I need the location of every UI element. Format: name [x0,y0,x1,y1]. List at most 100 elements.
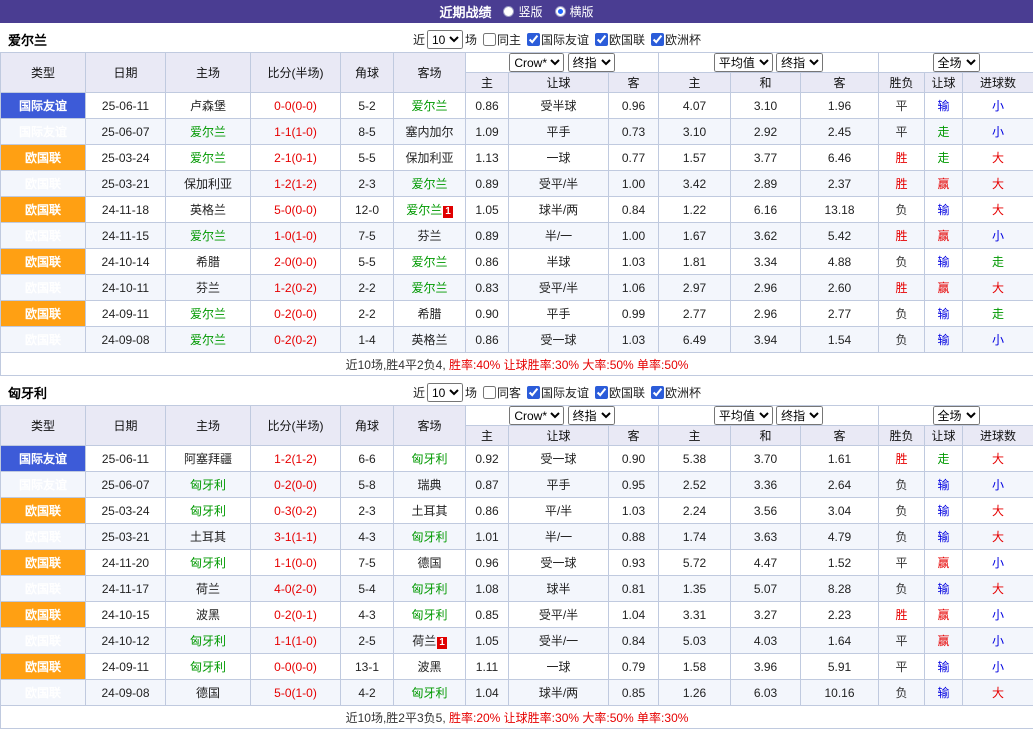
nations-league-checkbox[interactable] [595,33,608,46]
filter-controls: 近 10 场 同客 国际友谊 欧国联 欧洲杯 [413,383,701,402]
col-date: 日期 [86,53,166,93]
radio-horizontal-layout[interactable]: 横版 [555,3,594,20]
result-outcome-cell: 平 [879,119,925,145]
col-away: 客场 [394,406,466,446]
col-result-goals: 进球数 [963,426,1033,446]
nations-league-filter[interactable]: 欧国联 [591,384,645,401]
away-team-cell: 爱尔兰 [394,171,466,197]
same-venue-filter[interactable]: 同客 [479,384,521,401]
same-venue-filter[interactable]: 同主 [479,31,521,48]
final-odds-select[interactable]: 终指 [568,53,615,72]
average-select[interactable]: 平均值 [714,53,773,72]
match-row: 欧国联25-03-21土耳其3-1(1-1)4-3匈牙利1.01半/一0.881… [1,524,1033,550]
corner-cell: 5-5 [341,145,394,171]
euro-filter[interactable]: 欧洲杯 [647,384,701,401]
result-handicap-cell: 输 [925,93,963,119]
result-handicap-cell: 赢 [925,550,963,576]
avg-away-odds-cell: 2.64 [801,472,879,498]
avg-draw-odds-cell: 3.10 [731,93,801,119]
team-name-text: 荷兰 [196,582,220,596]
corner-cell: 5-4 [341,576,394,602]
euro-label: 欧洲杯 [665,384,701,401]
team-name-text: 匈牙利 [411,582,447,596]
match-row: 国际友谊25-06-11卢森堡0-0(0-0)5-2爱尔兰0.86受半球0.96… [1,93,1033,119]
friendly-checkbox[interactable] [527,33,540,46]
team-name-text: 爱尔兰 [406,203,442,217]
team-name-text: 匈牙利 [411,686,447,700]
radio-unselected-icon[interactable] [503,6,514,17]
handicap-line-cell: 平手 [509,301,609,327]
handicap-line-cell: 平手 [509,119,609,145]
euro-checkbox[interactable] [651,386,664,399]
avg-away-odds-cell: 2.45 [801,119,879,145]
summary-cell: 近10场,胜4平2负4, 胜率:40% 让球胜率:30% 大率:50% 单率:5… [1,353,1033,376]
handicap-away-odds-cell: 0.90 [609,446,659,472]
team-name-text: 波黑 [196,608,220,622]
team-name-text: 爱尔兰 [190,125,226,139]
match-type-cell: 欧国联 [1,680,86,706]
handicap-line-cell: 球半/两 [509,680,609,706]
handicap-away-odds-cell: 0.85 [609,680,659,706]
home-team-cell: 荷兰 [166,576,251,602]
nations-league-filter[interactable]: 欧国联 [591,31,645,48]
match-date-cell: 24-09-11 [86,654,166,680]
avg-final-select[interactable]: 终指 [776,406,823,425]
match-date-cell: 25-06-07 [86,472,166,498]
summary-row: 近10场,胜2平3负5, 胜率:20% 让球胜率:30% 大率:50% 单率:3… [1,706,1033,729]
result-handicap-cell: 输 [925,301,963,327]
team-name-text: 匈牙利 [411,452,447,466]
fulltime-select[interactable]: 全场 [933,53,980,72]
avg-final-select[interactable]: 终指 [776,53,823,72]
final-odds-select[interactable]: 终指 [568,406,615,425]
games-count-select[interactable]: 10 [427,383,463,402]
score-cell: 1-1(1-0) [251,119,341,145]
result-outcome-cell: 负 [879,197,925,223]
nations-league-checkbox[interactable] [595,386,608,399]
handicap-away-odds-cell: 1.03 [609,327,659,353]
result-outcome-cell: 胜 [879,171,925,197]
avg-draw-odds-cell: 2.92 [731,119,801,145]
handicap-line-cell: 平手 [509,472,609,498]
same-venue-checkbox[interactable] [483,386,496,399]
friendly-filter[interactable]: 国际友谊 [523,31,589,48]
away-team-cell: 爱尔兰 [394,249,466,275]
match-date-cell: 25-06-11 [86,446,166,472]
team-name-text: 匈牙利 [190,634,226,648]
handicap-away-odds-cell: 0.88 [609,524,659,550]
away-team-cell: 匈牙利 [394,446,466,472]
bookmaker-select[interactable]: Crow* [509,53,564,72]
radio-vertical-layout[interactable]: 竖版 [503,3,542,20]
col-odds-home: 主 [466,426,509,446]
games-count-select[interactable]: 10 [427,30,463,49]
result-handicap-cell: 赢 [925,223,963,249]
radio-selected-icon[interactable] [555,6,566,17]
away-team-cell: 瑞典 [394,472,466,498]
friendly-filter[interactable]: 国际友谊 [523,384,589,401]
team-name-text: 卢森堡 [190,99,226,113]
same-venue-checkbox[interactable] [483,33,496,46]
score-cell: 0-2(0-1) [251,602,341,628]
handicap-line-cell: 受一球 [509,446,609,472]
team-name-text: 英格兰 [190,203,226,217]
euro-filter[interactable]: 欧洲杯 [647,31,701,48]
team-name-text: 德国 [417,556,441,570]
fulltime-select[interactable]: 全场 [933,406,980,425]
friendly-checkbox[interactable] [527,386,540,399]
matches-table: 类型 日期 主场 比分(半场) 角球 客场 Crow* 终指 平均值 终指 全场 [0,52,1033,376]
euro-checkbox[interactable] [651,33,664,46]
corner-cell: 5-2 [341,93,394,119]
team-name-text: 爱尔兰 [190,307,226,321]
bookmaker-select[interactable]: Crow* [509,406,564,425]
result-goals-cell: 小 [963,327,1033,353]
result-goals-cell: 小 [963,472,1033,498]
average-select[interactable]: 平均值 [714,406,773,425]
team-name-text: 匈牙利 [411,608,447,622]
result-handicap-cell: 输 [925,327,963,353]
corner-cell: 12-0 [341,197,394,223]
home-team-cell: 土耳其 [166,524,251,550]
handicap-away-odds-cell: 0.84 [609,197,659,223]
result-outcome-cell: 胜 [879,602,925,628]
result-handicap-cell: 输 [925,524,963,550]
result-outcome-cell: 平 [879,550,925,576]
home-team-cell: 保加利亚 [166,171,251,197]
